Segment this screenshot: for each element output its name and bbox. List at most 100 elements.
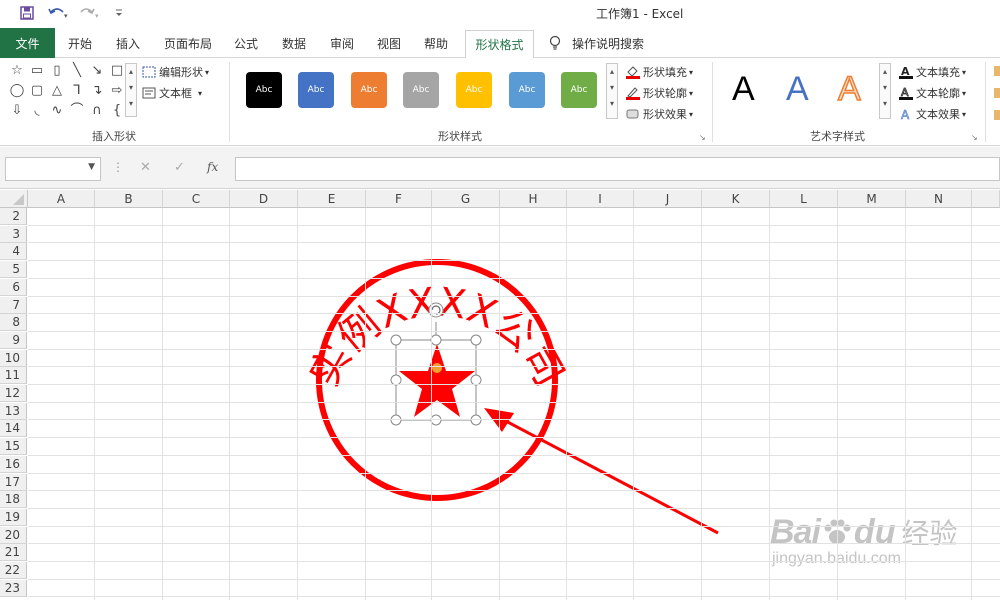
column-header-b[interactable]: B (95, 190, 163, 208)
rectangle-shape-icon[interactable]: □ (109, 63, 125, 79)
oval-shape-icon[interactable]: ◯ (9, 83, 25, 99)
name-box[interactable]: ▼ (5, 157, 101, 181)
row-header-17[interactable]: 17 (0, 474, 27, 491)
arrange-group-icon[interactable] (994, 66, 1000, 76)
column-header-i[interactable]: I (567, 190, 634, 208)
freeform-shape-icon[interactable]: ◟ (29, 103, 45, 119)
wordart-launcher-icon[interactable]: ↘ (971, 133, 978, 142)
tab-help[interactable]: 帮助 (424, 28, 448, 58)
column-header-k[interactable]: K (702, 190, 770, 208)
text-fill-button[interactable]: A 文本填充 ▾ (898, 64, 966, 80)
text-effects-button[interactable]: A 文本效果 ▾ (898, 106, 966, 122)
shape-style-swatch[interactable]: Abc (456, 72, 492, 108)
row-header-5[interactable]: 5 (0, 261, 27, 278)
row-header-22[interactable]: 22 (0, 562, 27, 579)
wordart-styles-scroll[interactable]: ▴ ▾ ▾ (879, 63, 891, 119)
edit-shape-button[interactable]: 编辑形状 ▾ (142, 64, 209, 80)
row-header-9[interactable]: 9 (0, 332, 27, 349)
rounded-rect-shape-icon[interactable]: ▢ (29, 83, 45, 99)
row-header-7[interactable]: 7 (0, 297, 27, 314)
customize-qat-icon[interactable] (112, 4, 126, 22)
row-header-10[interactable]: 10 (0, 350, 27, 367)
row-header-4[interactable]: 4 (0, 243, 27, 260)
column-header-m[interactable]: M (838, 190, 906, 208)
right-arrow-shape-icon[interactable]: ⇨ (109, 83, 125, 99)
column-header-a[interactable]: A (28, 190, 95, 208)
row-header-23[interactable]: 23 (0, 580, 27, 597)
row-header-21[interactable]: 21 (0, 544, 27, 561)
tab-data[interactable]: 数据 (282, 28, 306, 58)
shapes-gallery[interactable]: ☆ ▭ ▯ ╲ ↘ □ ◯ ▢ △ ⅂ ↴ ⇨ ⇩ ◟ ∿ ⌒ ∩ { (9, 63, 127, 119)
column-header-f[interactable]: F (366, 190, 432, 208)
wave-shape-icon[interactable]: ∩ (89, 103, 105, 119)
save-icon[interactable] (18, 4, 36, 22)
row-header-3[interactable]: 3 (0, 226, 27, 243)
formula-input[interactable] (235, 157, 1000, 181)
redo-icon[interactable]: ▾ (78, 4, 102, 22)
column-header-h[interactable]: H (500, 190, 567, 208)
row-header-20[interactable]: 20 (0, 527, 27, 544)
triangle-shape-icon[interactable]: △ (49, 83, 65, 99)
name-box-dropdown-icon[interactable]: ▼ (88, 162, 95, 172)
tell-me-search[interactable]: 操作说明搜索 (572, 28, 644, 58)
arrange-group-icon[interactable] (994, 88, 1000, 98)
row-header-16[interactable]: 16 (0, 456, 27, 473)
shapes-gallery-scroll[interactable]: ▴ ▾ ▾ (125, 63, 137, 117)
elbow-connector-shape-icon[interactable]: ⅂ (69, 83, 85, 99)
row-header-11[interactable]: 11 (0, 367, 27, 384)
cancel-formula-button[interactable]: ✕ (140, 160, 151, 175)
column-header-c[interactable]: C (163, 190, 230, 208)
row-header-15[interactable]: 15 (0, 438, 27, 455)
wordart-orange-outline-sample[interactable]: A (837, 71, 861, 107)
shape-style-swatch[interactable]: Abc (403, 72, 439, 108)
column-header-d[interactable]: D (230, 190, 298, 208)
row-header-18[interactable]: 18 (0, 491, 27, 508)
column-header-e[interactable]: E (298, 190, 366, 208)
enter-formula-button[interactable]: ✓ (174, 160, 185, 175)
shape-fill-button[interactable]: 形状填充 ▾ (625, 64, 693, 80)
row-header-14[interactable]: 14 (0, 420, 27, 437)
insert-function-button[interactable]: fx (207, 160, 218, 174)
vertical-textbox-shape-icon[interactable]: ▯ (49, 63, 65, 79)
column-header-n[interactable]: N (906, 190, 972, 208)
row-header-2[interactable]: 2 (0, 208, 27, 225)
row-header-19[interactable]: 19 (0, 509, 27, 526)
textbox-shape-icon[interactable]: ▭ (29, 63, 45, 79)
text-box-button[interactable]: 文本框 ▾ (142, 85, 202, 101)
wordart-black-sample[interactable]: A (732, 72, 755, 106)
arrow-line-shape-icon[interactable]: ↘ (89, 63, 105, 79)
shape-style-swatch[interactable]: Abc (351, 72, 387, 108)
text-outline-button[interactable]: A 文本轮廓 ▾ (898, 85, 966, 101)
row-header-6[interactable]: 6 (0, 279, 27, 296)
row-header-12[interactable]: 12 (0, 385, 27, 402)
tab-file[interactable]: 文件 (0, 28, 55, 58)
shape-style-swatch[interactable]: Abc (298, 72, 334, 108)
brace-shape-icon[interactable]: { (109, 103, 125, 119)
arc-shape-icon[interactable]: ⌒ (69, 103, 85, 119)
column-header-j[interactable]: J (634, 190, 702, 208)
shape-styles-scroll[interactable]: ▴ ▾ ▾ (606, 63, 618, 119)
column-header-g[interactable]: G (432, 190, 500, 208)
row-header-8[interactable]: 8 (0, 314, 27, 331)
line-shape-icon[interactable]: ╲ (69, 63, 85, 79)
tab-review[interactable]: 审阅 (330, 28, 354, 58)
elbow-arrow-shape-icon[interactable]: ↴ (89, 83, 105, 99)
shape-style-swatch[interactable]: Abc (246, 72, 282, 108)
column-header-partial[interactable] (972, 190, 1000, 208)
wordart-blue-sample[interactable]: A (786, 72, 809, 106)
shape-effects-button[interactable]: 形状效果 ▾ (625, 106, 693, 122)
lightbulb-icon[interactable] (548, 28, 562, 58)
undo-icon[interactable]: ▾ (46, 4, 70, 22)
formula-bar-grip-icon[interactable]: ⋮ (112, 160, 124, 174)
tab-view[interactable]: 视图 (377, 28, 401, 58)
tab-home[interactable]: 开始 (68, 28, 92, 58)
shape-styles-launcher-icon[interactable]: ↘ (699, 133, 706, 142)
star-shape-icon[interactable]: ☆ (9, 63, 25, 79)
shape-outline-button[interactable]: 形状轮廓 ▾ (625, 85, 693, 101)
shape-style-swatch[interactable]: Abc (561, 72, 597, 108)
tab-insert[interactable]: 插入 (116, 28, 140, 58)
arrange-group-icon[interactable] (994, 110, 1000, 120)
shape-style-swatch[interactable]: Abc (509, 72, 545, 108)
curve-shape-icon[interactable]: ∿ (49, 103, 65, 119)
pentagon-arrow-shape-icon[interactable]: ⇩ (9, 103, 25, 119)
